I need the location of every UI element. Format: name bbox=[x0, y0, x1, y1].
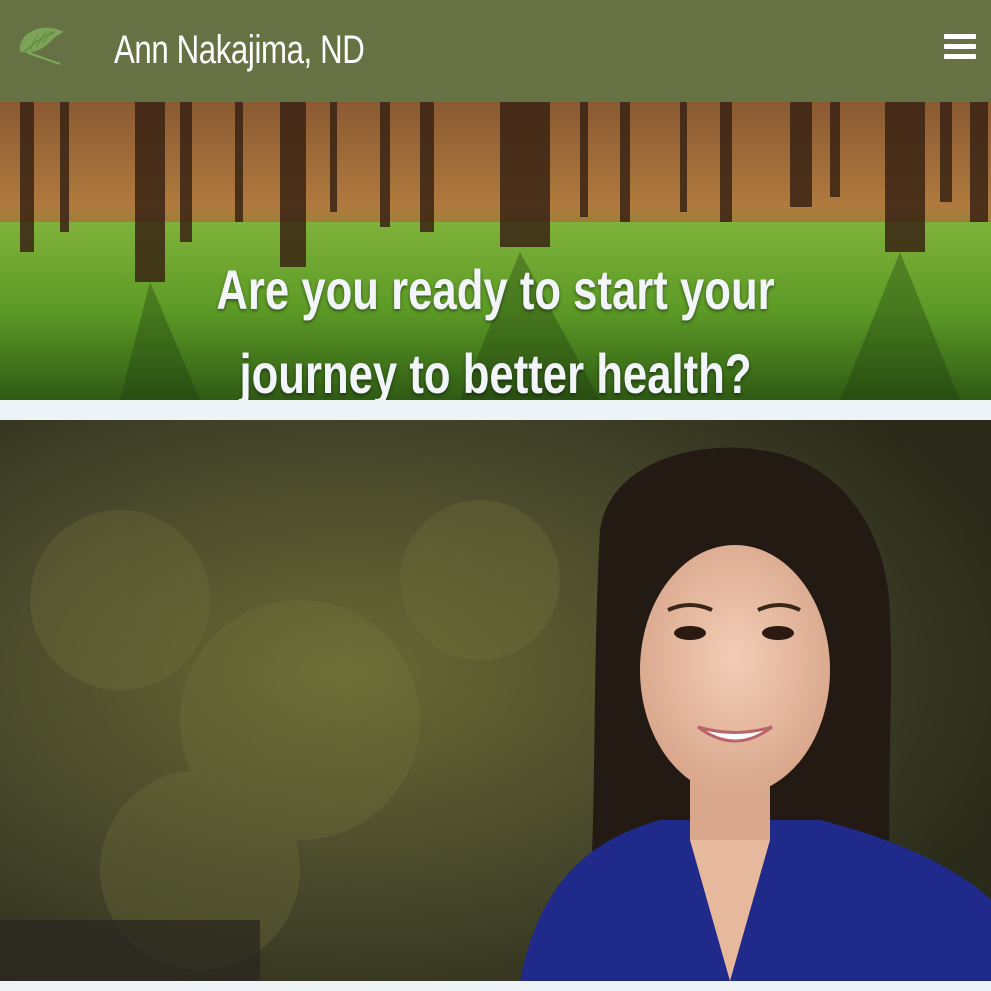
menu-bar bbox=[944, 54, 976, 59]
hamburger-menu-icon[interactable] bbox=[944, 34, 976, 62]
ginkgo-leaf-icon[interactable] bbox=[14, 22, 66, 68]
hero-headline-line-2: journey to better health? bbox=[239, 342, 752, 400]
hero-banner: Are you ready to start your journey to b… bbox=[0, 102, 991, 400]
bottom-strip bbox=[0, 981, 991, 991]
site-title[interactable]: Ann Nakajima, ND bbox=[114, 28, 365, 73]
portrait-image bbox=[0, 420, 991, 981]
section-divider bbox=[0, 400, 991, 420]
menu-bar bbox=[944, 34, 976, 39]
menu-bar bbox=[944, 44, 976, 49]
hero-headline: Are you ready to start your journey to b… bbox=[0, 248, 991, 400]
portrait-photo bbox=[0, 420, 991, 981]
site-header: Ann Nakajima, ND bbox=[0, 0, 991, 102]
hero-headline-line-1: Are you ready to start your bbox=[216, 258, 775, 321]
